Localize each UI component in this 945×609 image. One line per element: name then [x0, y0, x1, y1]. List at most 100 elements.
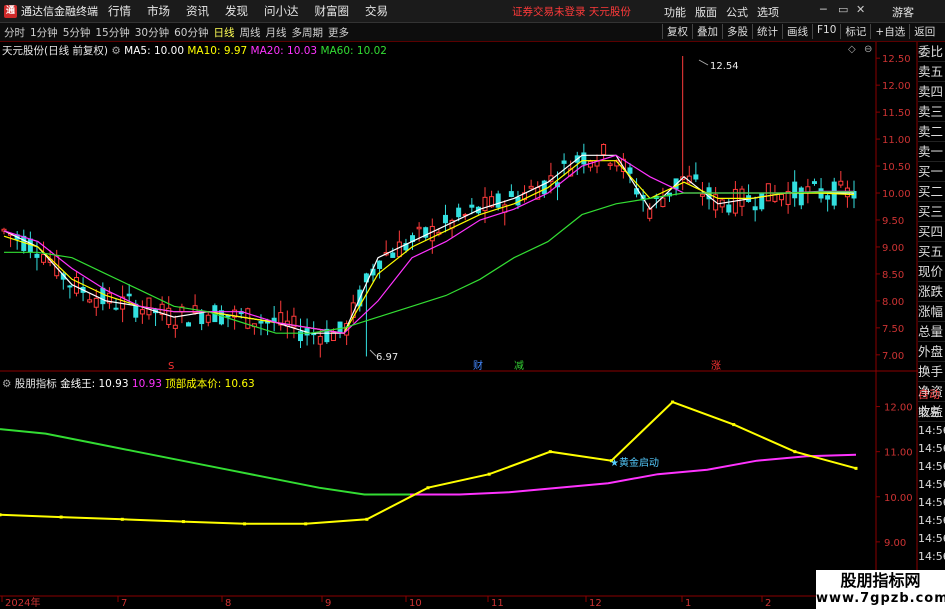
- watermark-logo: 股朋指标网 www.7gpzb.com: [816, 570, 945, 609]
- ma20-label: MA20: 10.03: [250, 45, 318, 57]
- price-tick-label: 10.00: [882, 189, 911, 200]
- candle-body: [739, 188, 745, 207]
- ma-line: [3, 154, 854, 334]
- event-marker[interactable]: S: [168, 361, 174, 372]
- trade-option[interactable]: 自动: [918, 386, 945, 404]
- trade-time: 14:56: [918, 460, 945, 473]
- candle-body: [779, 193, 785, 201]
- sidebar-item[interactable]: 现价: [918, 262, 945, 282]
- sidebar-item[interactable]: 委比: [918, 42, 945, 62]
- candle-body: [377, 260, 383, 269]
- main-legend: 天元股份(日线 前复权) ⚙ MA5: 10.00 MA10: 9.97 MA2…: [2, 43, 387, 58]
- candle-body: [699, 193, 705, 197]
- date-tick-label: 2024年: [5, 596, 40, 609]
- trade-time: 14:56: [918, 514, 945, 527]
- trade-time: 14:56: [918, 424, 945, 437]
- candle-body: [442, 214, 448, 224]
- date-tick-label: 7: [121, 598, 127, 609]
- sidebar-item[interactable]: 换手: [918, 362, 945, 382]
- sidebar-item[interactable]: 卖三: [918, 102, 945, 122]
- date-tick-label: 1: [685, 598, 691, 609]
- candles-layer: [1, 56, 857, 358]
- indicator-point: [671, 400, 675, 404]
- indicator-point: [732, 423, 736, 427]
- sidebar-item[interactable]: 涨幅: [918, 302, 945, 322]
- kline-chart[interactable]: 7.00 7.50 8.00 8.50 9.00 9.50 10.00 10.50 11.00 1…: [0, 0, 945, 609]
- indicator-lines-layer: [0, 400, 858, 526]
- candle-body: [798, 187, 804, 206]
- event-marker[interactable]: 财: [473, 359, 483, 372]
- trade-time: 14:56: [918, 478, 945, 491]
- price-axis: 7.00 7.50 8.00 8.50 9.00 9.50 10.00 10.50 11.00 1…: [876, 54, 913, 594]
- candle-body: [726, 204, 732, 213]
- sidebar-item[interactable]: 外盘: [918, 342, 945, 362]
- price-tick-label: 9.00: [882, 243, 904, 254]
- indicator-name: 股朋指标: [14, 378, 57, 390]
- low-price-label: 6.97: [376, 352, 398, 363]
- ma5-label: MA5: 10.00: [124, 45, 184, 57]
- candle-body: [139, 309, 145, 315]
- candle-body: [113, 307, 119, 310]
- sidebar-item[interactable]: 买五: [918, 242, 945, 262]
- ma-lines-layer: [3, 154, 855, 334]
- trade-time: 14:56: [918, 532, 945, 545]
- sidebar-item[interactable]: 卖五: [918, 62, 945, 82]
- quote-sidebar: 委比 卖五 卖四 卖三 卖二 卖一 买一 买二 买三 买四 买五 现价 涨跌 涨幅 总量 外盘 换手 净资 收益: [918, 42, 945, 422]
- candle-body: [126, 293, 132, 297]
- price-tick-label: 7.50: [882, 324, 904, 335]
- candle-body: [258, 321, 264, 324]
- sidebar-item[interactable]: 卖一: [918, 142, 945, 162]
- indicator-tick-label: 11.00: [884, 448, 913, 459]
- sidebar-item[interactable]: 买三: [918, 202, 945, 222]
- trade-option[interactable]: 交易: [918, 404, 945, 422]
- candle-body: [660, 197, 666, 208]
- price-tick-label: 10.50: [882, 162, 911, 173]
- candle-body: [601, 144, 607, 156]
- event-marker[interactable]: 减: [514, 360, 524, 372]
- price-tick-label: 8.50: [882, 270, 904, 281]
- legend-settings-icon[interactable]: ⚙: [111, 45, 120, 57]
- indicator-line: [0, 400, 857, 525]
- sidebar-item[interactable]: 买一: [918, 162, 945, 182]
- ma10-label: MA10: 9.97: [187, 45, 248, 57]
- indicator-point: [793, 450, 797, 454]
- ma60-label: MA60: 10.02: [320, 45, 387, 57]
- candle-body: [218, 310, 224, 325]
- sidebar-item[interactable]: 买二: [918, 182, 945, 202]
- sidebar-item[interactable]: 涨跌: [918, 282, 945, 302]
- indicator-point: [426, 486, 430, 490]
- date-tick-label: 2: [765, 598, 771, 609]
- indicator-tick-label: 9.00: [884, 538, 906, 549]
- candle-body: [100, 287, 106, 305]
- sidebar-item[interactable]: 卖二: [918, 122, 945, 142]
- candle-body: [396, 241, 402, 258]
- trade-time: 14:56: [918, 442, 945, 455]
- settings-diamond-icon[interactable]: ◇: [848, 44, 856, 55]
- sidebar-item[interactable]: 买四: [918, 222, 945, 242]
- high-price-label: 12.54: [710, 61, 739, 72]
- indicator-line: [0, 428, 410, 496]
- price-tick-label: 12.00: [882, 81, 911, 92]
- candle-body: [752, 206, 758, 211]
- date-tick-label: 12: [589, 598, 602, 609]
- event-marker[interactable]: 涨: [711, 360, 721, 372]
- candle-body: [390, 252, 396, 258]
- price-tick-label: 7.00: [882, 351, 904, 362]
- price-tick-label: 12.50: [882, 54, 911, 65]
- indicator-settings-icon[interactable]: ⚙: [2, 378, 11, 390]
- indicator-point: [0, 513, 2, 517]
- sidebar-item[interactable]: 总量: [918, 322, 945, 342]
- indicator-point: [365, 517, 369, 521]
- top-cost-label: 顶部成本价: 10.63: [165, 378, 255, 390]
- date-tick-label: 10: [409, 598, 422, 609]
- trade-time: 14:56: [918, 550, 945, 563]
- indicator-point: [181, 520, 185, 524]
- collapse-icon[interactable]: ⊖: [864, 44, 872, 55]
- candle-body: [838, 180, 844, 186]
- candle-body: [172, 324, 178, 329]
- ma-line: [3, 154, 854, 334]
- candle-body: [528, 185, 534, 189]
- candle-body: [765, 183, 771, 202]
- watermark-title: 股朋指标网: [840, 571, 921, 590]
- sidebar-item[interactable]: 卖四: [918, 82, 945, 102]
